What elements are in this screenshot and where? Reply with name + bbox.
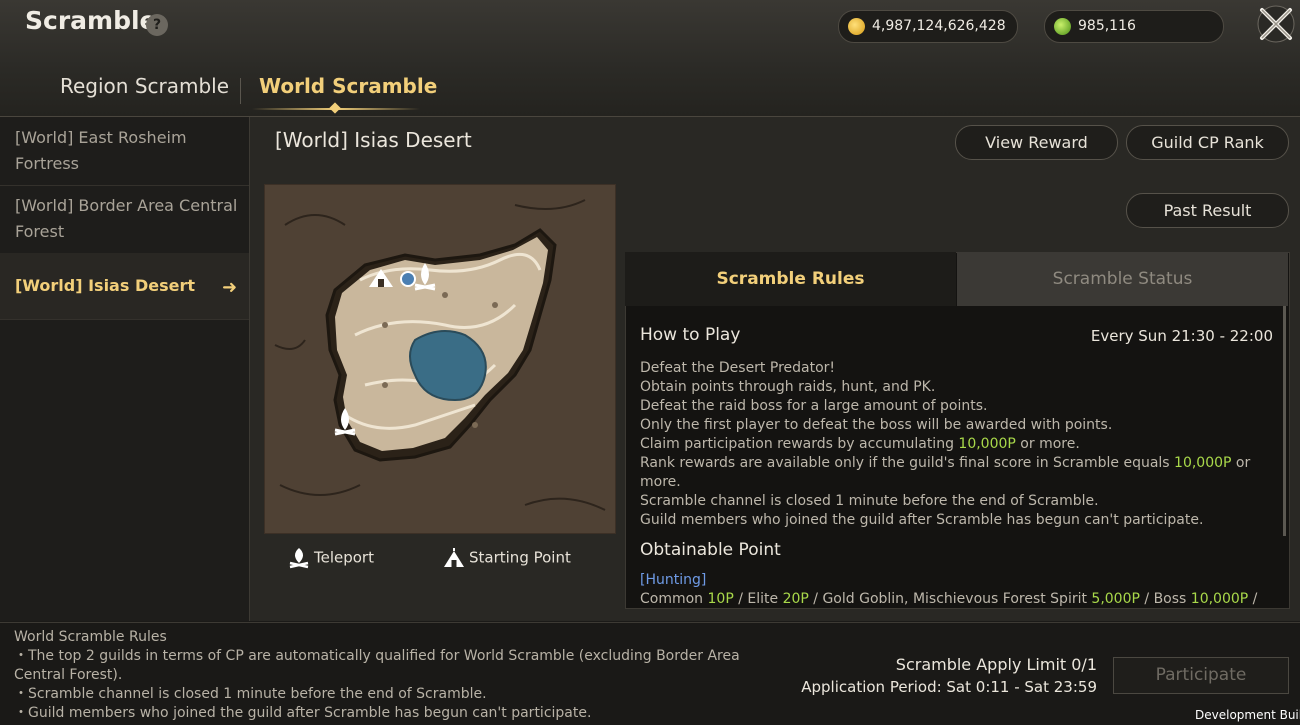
application-period: Application Period: Sat 0:11 - Sat 23:59: [801, 678, 1097, 696]
gold-coin-icon: [848, 18, 865, 35]
how-to-play-heading: How to Play: [640, 325, 741, 345]
obtainable-point-heading: Obtainable Point: [640, 540, 781, 560]
past-result-button[interactable]: Past Result: [1126, 193, 1289, 228]
hunting-text: / Boss: [1139, 591, 1191, 607]
points-value: 10,000P: [958, 436, 1016, 452]
help-icon[interactable]: ?: [146, 14, 168, 36]
schedule-text: Every Sun 21:30 - 22:00: [1090, 327, 1273, 345]
rule-line: Obtain points through raids, hunt, and P…: [640, 379, 936, 395]
bottom-rule: ・Scramble channel is closed 1 minute bef…: [14, 686, 487, 702]
tab-world-scramble[interactable]: World Scramble: [259, 74, 437, 98]
rule-line: Defeat the raid boss for a large amount …: [640, 398, 988, 414]
sidebar-item-east-rosheim[interactable]: [World] East Rosheim Fortress: [0, 117, 249, 186]
hunting-text: Common: [640, 591, 708, 607]
rule-line: Only the first player to defeat the boss…: [640, 417, 1113, 433]
campfire-icon: [288, 547, 310, 569]
apply-limit: Scramble Apply Limit 0/1: [895, 655, 1097, 674]
hunting-points-line: Common 10P / Elite 20P / Gold Goblin, Mi…: [640, 591, 1280, 607]
rules-scrollbar[interactable]: [1283, 306, 1286, 536]
legend-starting-point: Starting Point: [443, 547, 571, 569]
world-scramble-rules: World Scramble Rules ・The top 2 guilds i…: [14, 628, 754, 723]
bottom-rule: ・Guild members who joined the guild afte…: [14, 705, 592, 721]
rule-text: Rank rewards are available only if the g…: [640, 455, 1175, 471]
arrow-right-icon: ➜: [222, 277, 238, 298]
legend-teleport: Teleport: [288, 547, 374, 569]
hunting-label: [Hunting]: [640, 572, 707, 588]
gem-currency: 985,116: [1044, 10, 1224, 43]
tab-scramble-rules[interactable]: Scramble Rules: [625, 252, 956, 306]
region-sidebar: [World] East Rosheim Fortress [World] Bo…: [0, 117, 250, 621]
sidebar-item-isias-desert[interactable]: [World] Isias Desert ➜: [0, 253, 249, 320]
rules-list: Defeat the Desert Predator! Obtain point…: [640, 359, 1260, 530]
view-reward-button[interactable]: View Reward: [955, 125, 1118, 160]
points-value: 10,000P: [1174, 455, 1232, 471]
points-value: 20P: [782, 591, 809, 607]
sidebar-item-label: [World] Border Area Central Forest: [15, 196, 238, 241]
hunting-text: / Elite: [733, 591, 783, 607]
gem-coin-icon: [1054, 18, 1071, 35]
rule-line: Defeat the Desert Predator!: [640, 360, 836, 376]
rule-line: Rank rewards are available only if the g…: [640, 454, 1260, 492]
rule-text: or more.: [1015, 436, 1080, 452]
gold-amount: 4,987,124,626,428: [872, 18, 1006, 34]
rule-line: Claim participation rewards by accumulat…: [640, 435, 1260, 454]
close-icon[interactable]: [1256, 4, 1296, 44]
tab-region-scramble[interactable]: Region Scramble: [60, 74, 229, 98]
tent-icon: [443, 547, 465, 569]
hunting-text: /: [1248, 591, 1258, 607]
legend-teleport-label: Teleport: [314, 548, 374, 567]
app-title: Scramble: [25, 6, 157, 35]
rule-line: Guild members who joined the guild after…: [640, 512, 1204, 528]
hunting-text: / Gold Goblin, Mischievous Forest Spirit: [808, 591, 1092, 607]
tab-divider: [240, 78, 241, 104]
rule-text: Claim participation rewards by accumulat…: [640, 436, 959, 452]
gold-currency: 4,987,124,626,428: [838, 10, 1018, 43]
region-map[interactable]: [264, 184, 616, 534]
sidebar-item-label: [World] Isias Desert: [15, 276, 195, 295]
guild-cp-rank-button[interactable]: Guild CP Rank: [1126, 125, 1289, 160]
gem-amount: 985,116: [1078, 18, 1136, 34]
legend-starting-point-label: Starting Point: [469, 548, 571, 567]
bottom-rule: ・The top 2 guilds in terms of CP are aut…: [14, 648, 740, 683]
points-value: 10P: [707, 591, 734, 607]
sidebar-item-label: [World] East Rosheim Fortress: [15, 128, 187, 173]
sidebar-item-border-area[interactable]: [World] Border Area Central Forest: [0, 185, 249, 254]
points-value: 5,000P: [1091, 591, 1140, 607]
points-value: 10,000P: [1190, 591, 1249, 607]
participate-button[interactable]: Participate: [1113, 657, 1289, 694]
bottom-rules-title: World Scramble Rules: [14, 629, 167, 645]
region-title: [World] Isias Desert: [275, 128, 472, 152]
dev-build-label: Development Build: [1195, 708, 1300, 722]
rule-line: Scramble channel is closed 1 minute befo…: [640, 493, 1099, 509]
tab-scramble-status[interactable]: Scramble Status: [957, 252, 1288, 306]
